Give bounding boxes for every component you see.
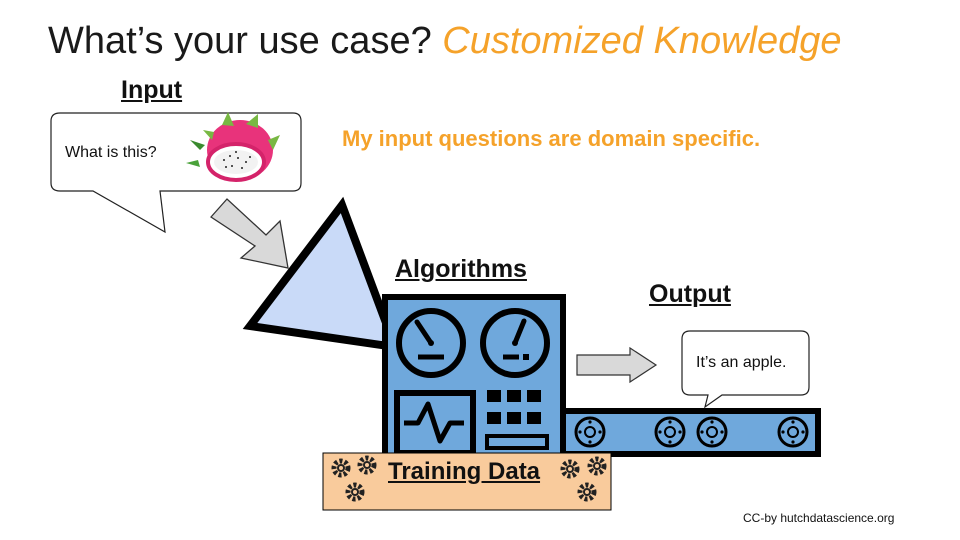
subtitle: My input questions are domain specific. — [342, 126, 761, 151]
credit-text: CC-by hutchdatascience.org — [743, 511, 895, 525]
slide-title: What’s your use case? Customized Knowled… — [48, 20, 842, 63]
input-label: Input — [121, 76, 183, 104]
output-arrow — [576, 346, 658, 384]
funnel-triangle — [242, 196, 402, 352]
output-bubble-text: It’s an apple. — [696, 354, 787, 371]
input-bubble-text: What is this? — [65, 144, 157, 161]
output-label: Output — [649, 280, 731, 308]
title-highlight: Customized Knowledge — [442, 20, 842, 62]
training-data-label: Training Data — [388, 458, 541, 485]
title-main: What’s your use case? — [48, 20, 443, 62]
algorithms-label: Algorithms — [395, 255, 527, 283]
input-arrow — [210, 198, 289, 269]
algorithm-machine — [382, 294, 566, 470]
conveyor-belt — [560, 408, 821, 457]
